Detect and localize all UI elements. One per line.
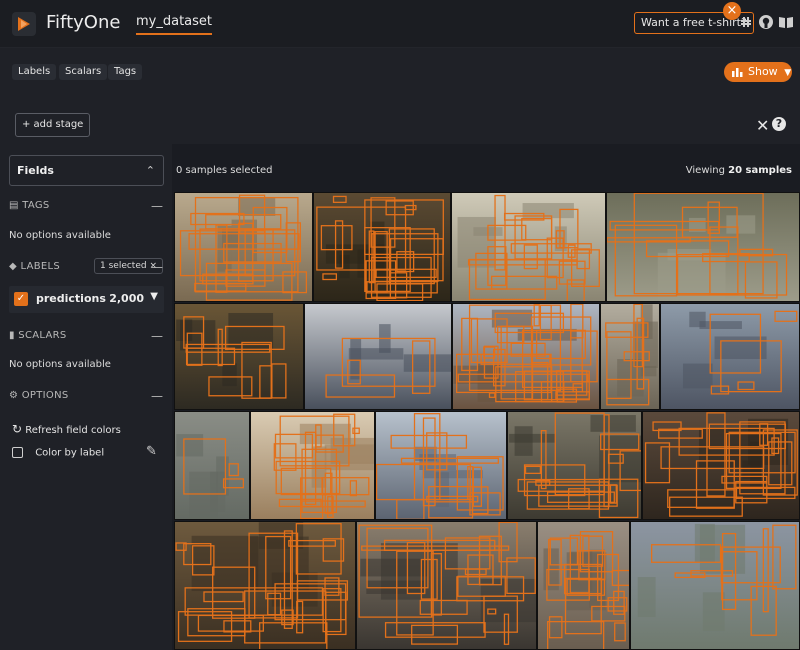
predictions-field-row[interactable]: ✓ predictions 2,000 ▼ — [9, 286, 164, 313]
tags-title: TAGS — [22, 200, 50, 211]
sample-tile[interactable] — [356, 521, 537, 650]
scalars-section-title[interactable]: ▮ SCALARS — [9, 330, 67, 341]
fields-dropdown[interactable]: Fields ⌃ — [9, 155, 164, 186]
tag-icon: ▤ — [9, 200, 19, 211]
bar-chart-icon — [732, 68, 743, 77]
slack-icon[interactable] — [738, 14, 754, 30]
github-icon[interactable] — [758, 14, 774, 30]
edit-color-icon[interactable]: ✎ — [146, 444, 157, 459]
color-by-label-text: Color by label — [35, 447, 105, 459]
checkbox-icon[interactable] — [12, 447, 23, 458]
viewing-prefix: Viewing — [685, 165, 725, 176]
sample-tile[interactable] — [537, 521, 630, 650]
tab-scalars[interactable]: Scalars — [59, 64, 108, 80]
refresh-icon: ↻ — [12, 422, 23, 436]
add-stage-button[interactable]: + add stage — [15, 113, 91, 137]
expand-predictions-icon[interactable]: ▼ — [150, 291, 158, 302]
sample-tile[interactable] — [606, 192, 800, 302]
selected-count: 0 samples selected — [176, 165, 273, 176]
top-header: FiftyOne my_dataset Want a free t-shirt?… — [0, 0, 800, 48]
refresh-colors-button[interactable]: ↻ Refresh field colors — [12, 422, 121, 436]
labels-title: LABELS — [20, 261, 61, 272]
sample-tile[interactable] — [174, 192, 313, 302]
sample-tile[interactable] — [642, 411, 800, 520]
predictions-checkbox[interactable]: ✓ — [14, 292, 28, 306]
predictions-count: 2,000 — [109, 292, 144, 305]
sample-tile[interactable] — [600, 303, 660, 410]
scalars-title: SCALARS — [18, 330, 67, 341]
collapse-labels-icon[interactable]: — — [151, 260, 163, 274]
sample-tile[interactable] — [660, 303, 800, 410]
options-title: OPTIONS — [21, 390, 69, 401]
show-button[interactable]: Show ▼ — [724, 62, 792, 82]
scalars-icon: ▮ — [9, 330, 15, 341]
sample-grid — [172, 192, 800, 650]
sample-tile[interactable] — [250, 411, 375, 520]
collapse-tags-icon[interactable]: — — [151, 199, 163, 213]
sample-tile[interactable] — [451, 192, 606, 302]
tab-labels[interactable]: Labels — [12, 64, 57, 80]
chevron-up-icon: ⌃ — [145, 164, 155, 177]
sample-tile[interactable] — [304, 303, 452, 410]
sample-tile[interactable] — [375, 411, 507, 520]
view-toolbar: Labels Scalars Tags Show ▼ — [0, 48, 800, 106]
collapse-options-icon[interactable]: — — [151, 389, 163, 403]
fields-label: Fields — [17, 164, 54, 177]
show-label: Show — [748, 65, 778, 78]
sample-tile[interactable] — [313, 192, 451, 302]
app-name[interactable]: FiftyOne — [46, 12, 120, 33]
options-section-title[interactable]: ⚙ OPTIONS — [9, 390, 69, 401]
color-by-label-toggle[interactable]: Color by label — [12, 447, 104, 459]
predictions-field-name: predictions — [36, 292, 106, 305]
sidebar: Fields ⌃ ▤ TAGS — No options available ◆… — [0, 144, 172, 650]
sample-tile[interactable] — [630, 521, 800, 650]
viewing-count: Viewing 20 samples — [686, 165, 792, 176]
scalars-empty-text: No options available — [9, 359, 111, 370]
clear-view-icon[interactable]: ✕ — [756, 116, 769, 135]
gear-icon: ⚙ — [9, 390, 19, 401]
tags-empty-text: No options available — [9, 230, 111, 241]
sample-tile[interactable] — [452, 303, 600, 410]
tags-section-title[interactable]: ▤ TAGS — [9, 200, 50, 211]
docs-icon[interactable] — [778, 14, 794, 30]
collapse-scalars-icon[interactable]: — — [151, 329, 163, 343]
refresh-colors-label: Refresh field colors — [25, 425, 121, 436]
label-icon: ◆ — [9, 261, 17, 272]
labels-section-title[interactable]: ◆ LABELS — [9, 261, 60, 272]
sample-tile[interactable] — [174, 521, 356, 650]
tab-tags[interactable]: Tags — [108, 64, 143, 80]
view-stage-bar: + add stage ✕ ? — [0, 106, 800, 144]
sample-tile[interactable] — [507, 411, 642, 520]
dataset-selector[interactable]: my_dataset — [136, 14, 213, 35]
fiftyone-logo-icon[interactable] — [10, 10, 38, 38]
samples-panel: 0 samples selected Viewing 20 samples — [172, 144, 800, 650]
viewing-samples: 20 samples — [728, 165, 792, 176]
sample-tile[interactable] — [174, 411, 250, 520]
chevron-down-icon: ▼ — [784, 68, 792, 78]
sample-tile[interactable] — [174, 303, 304, 410]
help-icon[interactable]: ? — [772, 117, 786, 131]
